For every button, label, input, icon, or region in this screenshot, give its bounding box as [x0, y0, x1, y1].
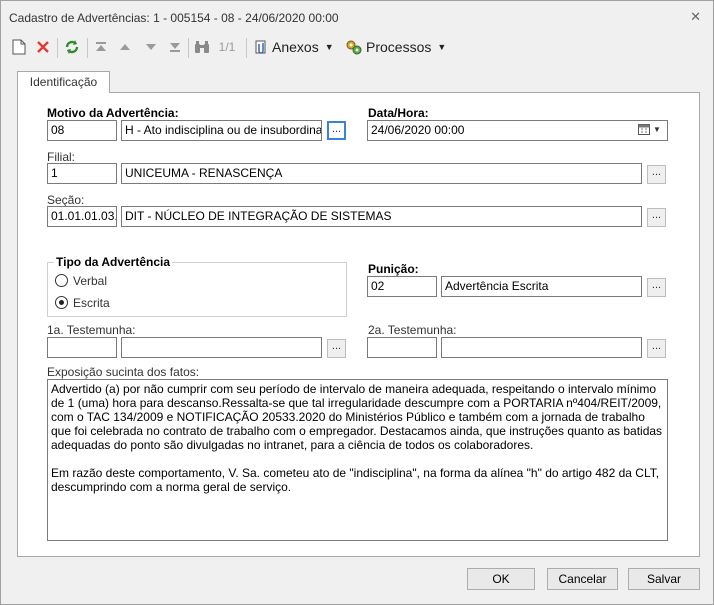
secao-lookup-button[interactable]: ...	[647, 208, 666, 227]
tipo-advertencia-title: Tipo da Advertência	[54, 255, 173, 269]
chevron-down-icon: ▼	[437, 42, 447, 52]
cancel-button[interactable]: Cancelar	[547, 568, 618, 590]
chevron-down-icon: ▼	[653, 125, 661, 134]
secao-description-input[interactable]: DIT - NÚCLEO DE INTEGRAÇÃO DE SISTEMAS	[121, 206, 642, 227]
punicao-lookup-button[interactable]: ...	[647, 278, 666, 297]
motivo-description-input[interactable]: H - Ato indisciplina ou de insubordina	[121, 120, 322, 141]
secao-code-input[interactable]: 01.01.01.03.0	[47, 206, 117, 227]
toolbar: 1/1 Anexos ▼ Processos ▼	[5, 34, 709, 62]
delete-icon[interactable]	[33, 36, 53, 58]
title-bar: Cadastro de Advertências: 1 - 005154 - 0…	[1, 1, 713, 31]
testemunha2-lookup-button[interactable]: ...	[647, 339, 666, 358]
gears-icon	[346, 40, 362, 55]
new-record-icon[interactable]	[9, 36, 29, 58]
radio-escrita[interactable]	[55, 296, 68, 309]
anexos-label: Anexos	[272, 39, 319, 55]
motivo-label: Motivo da Advertência:	[47, 106, 179, 120]
testemunha2-label: 2a. Testemunha:	[368, 323, 457, 337]
window-title: Cadastro de Advertências: 1 - 005154 - 0…	[9, 11, 339, 25]
toolbar-separator	[188, 38, 189, 58]
toolbar-separator	[57, 38, 58, 58]
binoculars-icon[interactable]	[192, 36, 212, 58]
ok-button[interactable]: OK	[467, 568, 535, 590]
testemunha1-description-input[interactable]	[121, 337, 322, 358]
processos-menu[interactable]: Processos ▼	[345, 36, 449, 58]
filial-description-input[interactable]: UNICEUMA - RENASCENÇA	[121, 163, 642, 184]
filial-code-input[interactable]: 1	[47, 163, 117, 184]
next-record-icon[interactable]	[141, 36, 161, 58]
motivo-lookup-button[interactable]: ...	[327, 121, 346, 140]
testemunha1-lookup-button[interactable]: ...	[327, 339, 346, 358]
exposicao-textarea[interactable]: Advertido (a) por não cumprir com seu pe…	[47, 379, 668, 541]
calendar-dropdown[interactable]: ▼	[638, 123, 666, 136]
radio-selected-dot	[59, 300, 64, 305]
data-hora-label: Data/Hora:	[368, 106, 429, 120]
testemunha2-code-input[interactable]	[367, 337, 437, 358]
motivo-code-input[interactable]: 08	[47, 120, 117, 141]
punicao-label: Punição:	[368, 262, 419, 276]
testemunha1-label: 1a. Testemunha:	[47, 323, 136, 337]
anexos-menu[interactable]: Anexos ▼	[253, 36, 341, 58]
close-icon[interactable]: ✕	[690, 9, 701, 25]
processos-label: Processos	[366, 39, 432, 55]
testemunha1-code-input[interactable]	[47, 337, 117, 358]
filial-lookup-button[interactable]: ...	[647, 165, 666, 184]
paperclip-icon	[255, 40, 266, 54]
toolbar-separator	[87, 38, 88, 58]
save-button[interactable]: Salvar	[628, 568, 700, 590]
testemunha2-description-input[interactable]	[441, 337, 642, 358]
data-hora-input[interactable]: 24/06/2020 00:00	[367, 120, 668, 141]
filial-label: Filial:	[47, 150, 76, 164]
dialog-window: Cadastro de Advertências: 1 - 005154 - 0…	[0, 0, 714, 605]
radio-verbal-label[interactable]: Verbal	[73, 274, 107, 288]
previous-record-icon[interactable]	[115, 36, 135, 58]
exposicao-label: Exposição sucinta dos fatos:	[47, 365, 200, 379]
toolbar-separator	[246, 38, 247, 58]
refresh-icon[interactable]	[61, 36, 83, 58]
tab-identificacao[interactable]: Identificação	[17, 71, 110, 93]
secao-label: Seção:	[47, 193, 85, 207]
radio-escrita-label[interactable]: Escrita	[73, 296, 110, 310]
calendar-icon	[638, 124, 650, 135]
first-record-icon[interactable]	[91, 36, 111, 58]
chevron-down-icon: ▼	[324, 42, 334, 52]
punicao-description-input[interactable]: Advertência Escrita	[441, 276, 642, 297]
last-record-icon[interactable]	[165, 36, 185, 58]
radio-verbal[interactable]	[55, 274, 68, 287]
page-counter: 1/1	[218, 40, 236, 54]
punicao-code-input[interactable]: 02	[367, 276, 437, 297]
